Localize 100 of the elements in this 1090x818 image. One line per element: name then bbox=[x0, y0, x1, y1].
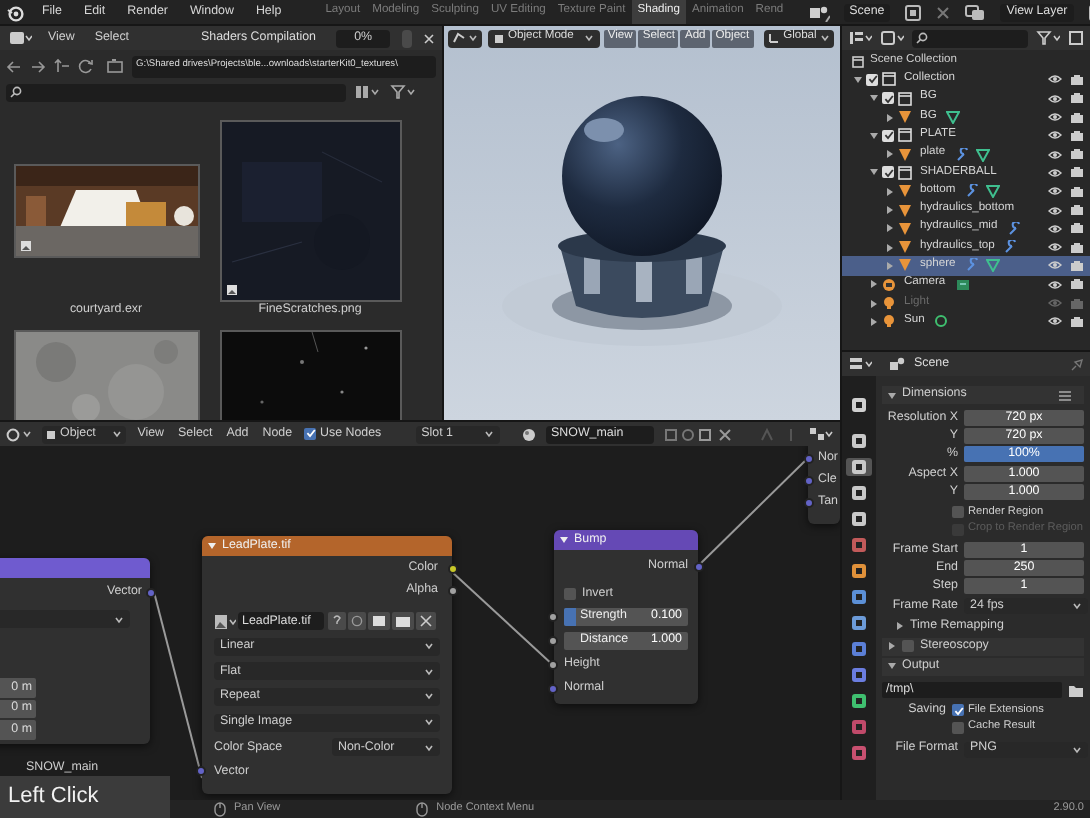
camera-icon[interactable] bbox=[1070, 129, 1084, 142]
properties-tab-icon[interactable] bbox=[846, 432, 872, 450]
camera-icon[interactable] bbox=[1070, 241, 1084, 254]
socket[interactable] bbox=[548, 636, 558, 646]
caret-icon bbox=[424, 718, 434, 727]
collapsed-arrow-icon[interactable] bbox=[886, 243, 894, 252]
collapsed-arrow-icon[interactable] bbox=[886, 150, 894, 159]
socket[interactable] bbox=[694, 561, 704, 571]
camera-icon[interactable] bbox=[1070, 73, 1084, 86]
collection-icon bbox=[882, 72, 896, 87]
close-icon[interactable] bbox=[936, 5, 951, 19]
copy-icon[interactable] bbox=[904, 3, 923, 21]
light-icon bbox=[882, 296, 896, 310]
camera-icon[interactable] bbox=[1070, 204, 1084, 217]
collapsed-arrow-icon[interactable] bbox=[886, 206, 894, 215]
collapsed-arrow-icon[interactable] bbox=[870, 317, 878, 326]
collapsed-arrow-icon[interactable] bbox=[870, 280, 878, 289]
refresh-icon[interactable] bbox=[78, 58, 94, 74]
scene-icon bbox=[888, 356, 906, 372]
checkbox[interactable] bbox=[902, 640, 914, 653]
camera-icon[interactable] bbox=[1070, 148, 1084, 161]
search-icon bbox=[916, 32, 928, 44]
collapsed-arrow-icon[interactable] bbox=[886, 113, 894, 122]
back-icon[interactable] bbox=[6, 59, 22, 73]
folder-icon[interactable] bbox=[1068, 683, 1084, 698]
properties-tab-icon[interactable] bbox=[846, 510, 872, 528]
mode-icon bbox=[494, 33, 504, 43]
expanded-arrow-icon[interactable] bbox=[870, 94, 878, 103]
checkbox[interactable] bbox=[882, 166, 894, 179]
checkbox[interactable] bbox=[882, 92, 894, 105]
presets-icon[interactable] bbox=[1058, 389, 1072, 401]
image-type-icon bbox=[19, 239, 31, 251]
mesh-icon bbox=[898, 147, 912, 162]
properties-tab-icon[interactable] bbox=[846, 562, 872, 580]
camera-icon[interactable] bbox=[1070, 166, 1084, 179]
search-icon bbox=[10, 86, 22, 98]
filter-icon[interactable] bbox=[1036, 30, 1060, 46]
editor-type-icon bbox=[452, 32, 466, 44]
checkbox[interactable] bbox=[866, 73, 878, 86]
collection-icon bbox=[852, 55, 864, 68]
camera-icon[interactable] bbox=[1070, 222, 1084, 235]
properties-tab-icon[interactable] bbox=[846, 614, 872, 632]
properties-tab-icon[interactable] bbox=[846, 588, 872, 606]
caret-icon bbox=[468, 34, 478, 42]
display-mode-icon[interactable] bbox=[354, 84, 382, 100]
collection-icon bbox=[898, 128, 912, 143]
collapse-icon[interactable] bbox=[560, 536, 568, 544]
camera-icon[interactable] bbox=[1070, 185, 1084, 198]
layers-icon[interactable] bbox=[964, 3, 987, 21]
camera-icon[interactable] bbox=[1070, 315, 1084, 328]
image-actions-icon[interactable] bbox=[326, 612, 438, 631]
caret-icon bbox=[583, 34, 594, 42]
properties-tab-icon[interactable] bbox=[846, 484, 872, 502]
display-mode-icon[interactable] bbox=[880, 30, 904, 46]
socket[interactable] bbox=[548, 660, 558, 670]
collapsed-arrow-icon[interactable] bbox=[886, 261, 894, 270]
expanded-arrow-icon[interactable] bbox=[854, 75, 862, 84]
caret-icon bbox=[111, 430, 122, 438]
new-folder-icon[interactable] bbox=[106, 58, 124, 74]
expanded-arrow-icon[interactable] bbox=[870, 131, 878, 140]
camera-icon bbox=[882, 277, 896, 292]
caret-icon bbox=[114, 615, 124, 623]
camera-icon[interactable] bbox=[1070, 259, 1084, 272]
node-editor-icon bbox=[6, 427, 20, 441]
properties-tab-icon[interactable] bbox=[846, 458, 872, 476]
editor-type-icon[interactable] bbox=[848, 30, 872, 46]
image-type-icon bbox=[225, 283, 237, 295]
camera-icon[interactable] bbox=[1070, 111, 1084, 124]
search-field[interactable] bbox=[912, 29, 1028, 47]
camera-icon[interactable] bbox=[1070, 278, 1084, 291]
search-field[interactable] bbox=[6, 83, 346, 101]
forward-icon[interactable] bbox=[30, 59, 46, 73]
socket[interactable] bbox=[548, 612, 558, 622]
collapsed-arrow-icon[interactable] bbox=[886, 224, 894, 233]
editor-type-icon[interactable] bbox=[848, 356, 872, 372]
parent-folder-icon[interactable] bbox=[54, 58, 70, 74]
caret-icon bbox=[22, 430, 32, 438]
snap-icon[interactable] bbox=[808, 426, 835, 442]
collection-icon bbox=[898, 165, 912, 180]
material-icon[interactable] bbox=[521, 427, 536, 441]
properties-tab-icon[interactable] bbox=[846, 692, 872, 710]
caret-icon bbox=[424, 667, 434, 676]
mouse-icon bbox=[214, 801, 226, 817]
properties-tab-icon[interactable] bbox=[846, 396, 872, 414]
checkbox[interactable] bbox=[882, 129, 894, 142]
editor-type-button[interactable] bbox=[6, 427, 32, 441]
image-browse-icon[interactable] bbox=[214, 613, 236, 630]
expanded-arrow-icon[interactable] bbox=[870, 168, 878, 177]
properties-tab-icon[interactable] bbox=[846, 666, 872, 684]
socket[interactable] bbox=[448, 586, 458, 597]
collapsed-arrow-icon[interactable] bbox=[886, 187, 894, 196]
camera-icon[interactable] bbox=[1070, 92, 1084, 105]
editor-type-icon[interactable] bbox=[8, 30, 32, 46]
collapse-icon[interactable] bbox=[208, 542, 216, 550]
filter-icon[interactable] bbox=[390, 84, 418, 100]
new-collection-icon[interactable] bbox=[1068, 30, 1084, 46]
socket[interactable] bbox=[448, 563, 458, 573]
axes-icon bbox=[767, 32, 780, 44]
scene-icon[interactable] bbox=[807, 3, 830, 21]
check-icon bbox=[883, 167, 893, 178]
